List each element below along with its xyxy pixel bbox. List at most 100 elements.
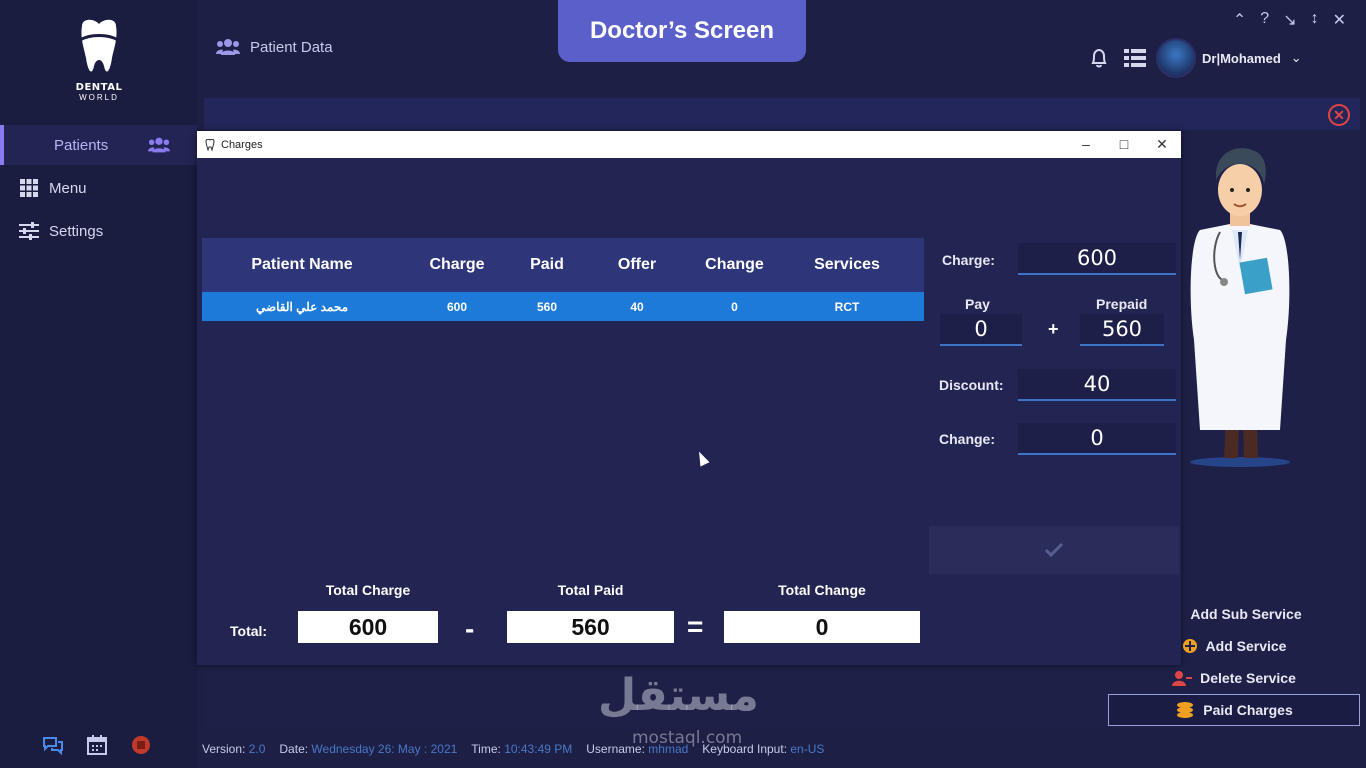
pay-label: Pay <box>965 296 990 312</box>
cell-offer: 40 <box>630 299 644 314</box>
paid-charges-label: Paid Charges <box>1203 702 1293 718</box>
sidebar: DENTAL WORLD Patients Menu Settings <box>0 0 197 768</box>
breadcrumb-label: Patient Data <box>250 38 333 56</box>
sidebar-item-menu[interactable]: Menu <box>0 168 197 208</box>
total-paid-field: 560 <box>507 611 674 643</box>
time-label-text: Time: <box>471 742 501 756</box>
keyboard-value: en-US <box>790 742 825 756</box>
change-field[interactable]: 0 <box>1018 423 1176 455</box>
help-icon[interactable]: ? <box>1260 10 1269 30</box>
check-icon <box>1045 543 1063 557</box>
maximize-icon[interactable]: □ <box>1105 131 1143 158</box>
table-row[interactable]: محمد علي القاضي 600 560 40 0 RCT <box>202 292 924 321</box>
paid-charges-button[interactable]: Paid Charges <box>1108 694 1360 726</box>
add-service-button[interactable]: Add Service <box>1108 630 1360 662</box>
top-bar: Patient Data Doctor’s Screen ⌃ ? ↘ ↕ ✕ D… <box>200 0 1366 95</box>
minus-sign: - <box>465 613 475 644</box>
grid-icon <box>20 179 38 197</box>
close-icon[interactable]: ✕ <box>1333 10 1346 30</box>
add-sub-service-button[interactable]: Add Sub Service <box>1108 598 1360 630</box>
column-header[interactable]: Offer <box>582 256 692 274</box>
sidebar-item-label: Patients <box>54 136 109 154</box>
total-paid-label: Total Paid <box>557 582 624 598</box>
add-service-label: Add Service <box>1205 638 1287 654</box>
total-charge-field: 600 <box>298 611 438 643</box>
date-label: Date: Wednesday 26: May : 2021 <box>279 742 457 756</box>
equals-sign: = <box>687 611 704 642</box>
calendar-icon[interactable] <box>86 734 108 756</box>
close-circle-icon[interactable]: ✕ <box>1328 104 1350 126</box>
window-title: Charges <box>221 138 263 151</box>
dialog-window-controls: – □ ✕ <box>1067 131 1181 158</box>
doctor-illustration <box>1190 148 1290 467</box>
sidebar-item-label: Menu <box>49 179 87 197</box>
screen-title: Doctor’s Screen <box>558 0 806 62</box>
discount-label: Discount: <box>939 377 1004 393</box>
chat-icon[interactable] <box>42 734 64 756</box>
logo-text: DENTAL <box>75 82 123 93</box>
list-icon[interactable] <box>1124 48 1146 68</box>
breadcrumb: Patient Data <box>216 38 333 56</box>
close-icon[interactable]: ✕ <box>1143 131 1181 158</box>
change-label: Change: <box>939 431 995 447</box>
column-header[interactable]: Change <box>692 256 777 274</box>
table-header: Patient Name Charge Paid Offer Change Se… <box>202 238 924 292</box>
users-icon <box>216 39 240 55</box>
version-label: Version: 2.0 <box>202 742 265 756</box>
column-header[interactable]: Services <box>777 256 917 274</box>
status-bar: Version: 2.0 Date: Wednesday 26: May : 2… <box>202 738 1366 760</box>
minimize-icon[interactable]: – <box>1067 131 1105 158</box>
delete-service-button[interactable]: Delete Service <box>1108 662 1360 694</box>
sidebar-bottom-tools <box>42 734 152 756</box>
charges-window: Charges – □ ✕ Patient Name Charge Paid O… <box>197 131 1181 665</box>
resize-vertical-icon[interactable]: ↕ <box>1311 10 1319 30</box>
cell-change: 0 <box>731 299 738 314</box>
column-header[interactable]: Charge <box>402 256 512 274</box>
version-label-text: Version: <box>202 742 246 756</box>
pay-button[interactable] <box>929 526 1179 574</box>
charge-label: Charge: <box>942 252 995 268</box>
users-icon <box>148 137 171 153</box>
avatar[interactable] <box>1156 38 1196 78</box>
user-area: Dr|Mohamed ⌄ <box>1088 38 1302 78</box>
delete-service-label: Delete Service <box>1200 670 1296 686</box>
service-actions: Add Sub Service Add Service Delete Servi… <box>1108 598 1360 726</box>
version-value: 2.0 <box>248 742 266 756</box>
total-change-label: Total Change <box>778 582 866 598</box>
sidebar-item-label: Settings <box>49 222 104 240</box>
column-header[interactable]: Patient Name <box>202 256 402 274</box>
chevron-up-icon[interactable]: ⌃ <box>1233 10 1246 30</box>
cell-charge: 600 <box>446 299 468 314</box>
plus-sign: + <box>1048 319 1059 339</box>
tooth-icon <box>205 138 215 151</box>
window-titlebar: Charges <box>197 131 1181 158</box>
total-label: Total: <box>230 623 268 639</box>
sidebar-item-settings[interactable]: Settings <box>0 211 197 251</box>
total-change-field: 0 <box>724 611 920 643</box>
power-icon[interactable] <box>130 734 152 756</box>
time-label: Time: 10:43:49 PM <box>471 742 572 756</box>
user-name[interactable]: Dr|Mohamed <box>1202 51 1281 66</box>
chevron-down-icon[interactable]: ⌄ <box>1291 50 1302 66</box>
sliders-icon <box>19 222 39 240</box>
add-circle-icon <box>1182 639 1197 653</box>
date-label-text: Date: <box>279 742 309 756</box>
charge-field[interactable]: 600 <box>1018 243 1176 275</box>
date-value: Wednesday 26: May : 2021 <box>311 742 458 756</box>
coins-icon <box>1177 702 1194 718</box>
column-header[interactable]: Paid <box>512 256 582 274</box>
sidebar-item-patients[interactable]: Patients <box>0 125 197 165</box>
remove-user-icon <box>1172 671 1193 686</box>
watermark-url: mostaql.com <box>632 728 743 748</box>
collapse-icon[interactable]: ↘ <box>1283 10 1296 30</box>
cell-patient-name: محمد علي القاضي <box>255 299 349 314</box>
cell-services: RCT <box>834 299 860 314</box>
prepaid-field[interactable]: 560 <box>1080 314 1164 346</box>
cell-paid: 560 <box>536 299 558 314</box>
window-controls: ⌃ ? ↘ ↕ ✕ <box>1233 10 1346 30</box>
discount-field[interactable]: 40 <box>1018 369 1176 401</box>
pay-field[interactable]: 0 <box>940 314 1022 346</box>
content-header-strip <box>204 98 1360 130</box>
time-value: 10:43:49 PM <box>504 742 573 756</box>
bell-icon[interactable] <box>1088 47 1110 69</box>
